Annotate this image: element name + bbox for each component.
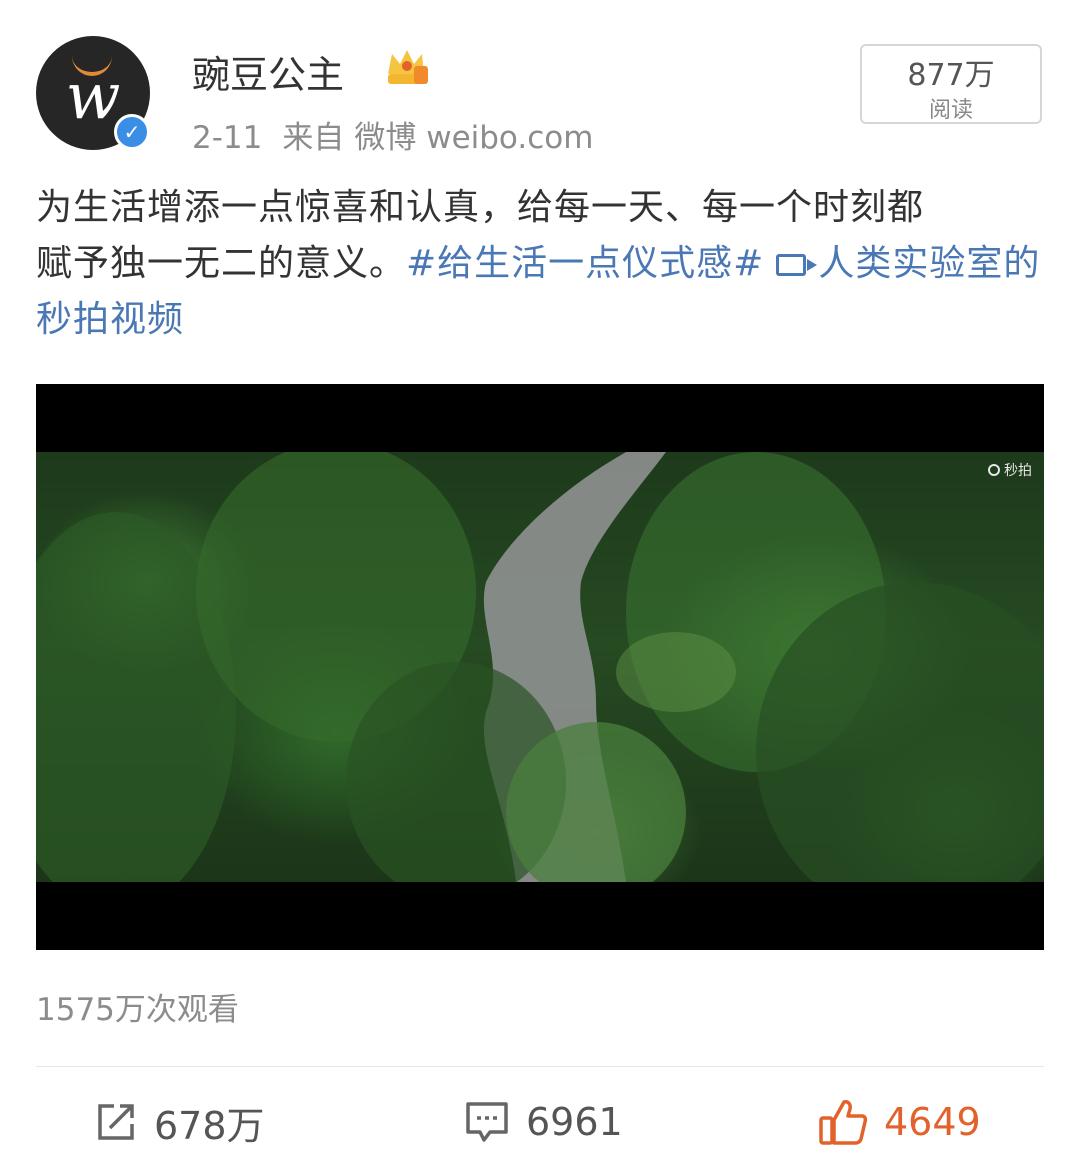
- like-count: 4649: [884, 1100, 981, 1144]
- video-player[interactable]: 秒拍: [36, 384, 1044, 950]
- watermark-text: 秒拍: [1004, 463, 1032, 479]
- read-count: 877万: [907, 58, 995, 93]
- comment-icon: [466, 1102, 508, 1142]
- video-watermark: 秒拍: [988, 460, 1032, 480]
- video-scene-art: [36, 442, 1044, 922]
- verified-badge-icon: ✓: [114, 114, 150, 150]
- post-source-prefix: 来自: [282, 120, 345, 156]
- post-date: 2-11: [192, 120, 263, 156]
- read-count-box: 877万 阅读: [860, 44, 1042, 124]
- comment-count: 6961: [526, 1100, 623, 1144]
- video-frame-forest-road: [36, 442, 1044, 922]
- crown-vip-icon: [388, 50, 428, 84]
- username[interactable]: 豌豆公主: [192, 44, 344, 99]
- read-label: 阅读: [928, 98, 973, 123]
- post-text-line2: 赋予独一无二的意义。: [36, 243, 407, 284]
- divider: [36, 1066, 1044, 1067]
- view-count: 1575万次观看: [36, 992, 239, 1028]
- hashtag-link[interactable]: #给生活一点仪式感#: [406, 243, 764, 284]
- repost-count: 678万: [154, 1103, 265, 1148]
- post-text-line1: 为生活增添一点惊喜和认真，给每一天、每一个时刻都: [36, 187, 925, 228]
- miaopai-logo-icon: [988, 464, 1000, 476]
- post-source[interactable]: 微博 weibo.com: [354, 120, 593, 156]
- post-meta: 2-11 来自 微博 weibo.com: [192, 112, 613, 157]
- like-button[interactable]: 4649: [818, 1092, 981, 1152]
- share-icon: [98, 1104, 134, 1140]
- thumbs-up-icon: [819, 1100, 868, 1145]
- comment-button[interactable]: 6961: [464, 1092, 623, 1152]
- repost-button[interactable]: 678万: [94, 1092, 265, 1152]
- post-text: 为生活增添一点惊喜和认真，给每一天、每一个时刻都 赋予独一无二的意义。#给生活一…: [36, 180, 1046, 348]
- video-link-icon: [776, 254, 818, 276]
